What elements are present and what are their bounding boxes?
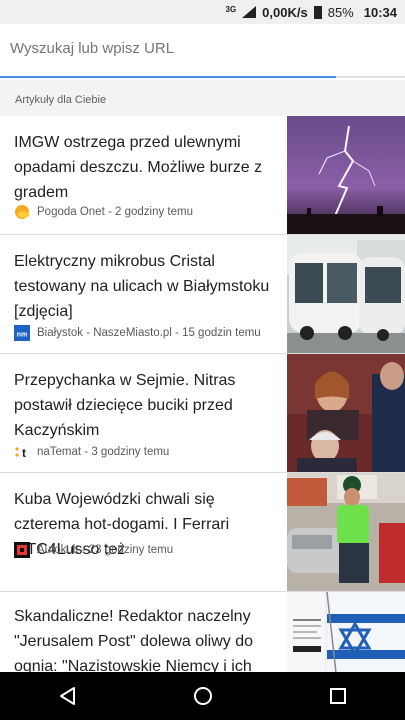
svg-text:nm: nm bbox=[17, 332, 28, 339]
article-card[interactable]: Przepychanka w Sejmie. Nitras postawił d… bbox=[0, 354, 405, 473]
naszemiasto-icon: nm bbox=[14, 325, 30, 341]
article-meta: t naTemat - 3 godziny temu bbox=[14, 444, 169, 460]
battery-percent: 85% bbox=[327, 4, 354, 20]
article-thumbnail bbox=[287, 354, 405, 472]
article-meta: Pogoda Onet - 2 godziny temu bbox=[14, 204, 193, 220]
article-card[interactable]: Kuba Wojewódzki chwali się czterema hot-… bbox=[0, 473, 405, 592]
article-thumbnail bbox=[287, 592, 405, 682]
article-title: Skandaliczne! Redaktor naczelny "Jerusal… bbox=[14, 608, 254, 675]
article-title: IMGW ostrzega przed ulewnymi opadami des… bbox=[14, 134, 263, 201]
battery-icon bbox=[313, 5, 322, 19]
signal-icon bbox=[242, 6, 257, 18]
article-source: Autokult - 23 godziny temu bbox=[37, 544, 174, 556]
natemat-icon: t bbox=[14, 444, 30, 460]
status-bar: 3G 0,00K/s 85% 10:34 bbox=[0, 0, 405, 24]
article-card[interactable]: Elektryczny mikrobus Cristal testowany n… bbox=[0, 235, 405, 354]
article-thumbnail bbox=[287, 473, 405, 591]
article-source: naTemat - 3 godziny temu bbox=[37, 446, 170, 458]
home-icon[interactable] bbox=[193, 686, 213, 706]
recents-icon[interactable] bbox=[329, 687, 347, 705]
network-type: 3G bbox=[225, 4, 237, 14]
article-source: Pogoda Onet - 2 godziny temu bbox=[37, 206, 193, 218]
article-title: Elektryczny mikrobus Cristal testowany n… bbox=[14, 253, 270, 320]
article-list: IMGW ostrzega przed ulewnymi opadami des… bbox=[0, 116, 405, 682]
article-card[interactable]: Skandaliczne! Redaktor naczelny "Jerusal… bbox=[0, 592, 405, 682]
clock: 10:34 bbox=[363, 4, 397, 20]
section-header: Artykuły dla Ciebie bbox=[0, 80, 405, 116]
search-input[interactable] bbox=[10, 40, 390, 57]
autokult-icon bbox=[14, 542, 30, 558]
article-card[interactable]: IMGW ostrzega przed ulewnymi opadami des… bbox=[0, 116, 405, 235]
search-bar bbox=[0, 24, 405, 78]
data-rate: 0,00K/s bbox=[262, 4, 308, 20]
svg-text:t: t bbox=[22, 446, 26, 460]
page-load-progress bbox=[0, 76, 337, 78]
article-source: Białystok - NaszeMiasto.pl - 15 godzin t… bbox=[37, 327, 261, 339]
article-thumbnail bbox=[287, 116, 405, 234]
section-title: Artykuły dla Ciebie bbox=[15, 94, 107, 106]
article-meta: Autokult - 23 godziny temu bbox=[14, 542, 173, 558]
article-title: Przepychanka w Sejmie. Nitras postawił d… bbox=[14, 372, 236, 439]
navigation-bar bbox=[0, 672, 405, 720]
article-meta: nm Białystok - NaszeMiasto.pl - 15 godzi… bbox=[14, 325, 261, 341]
sun-cloud-icon bbox=[15, 205, 30, 219]
back-icon[interactable] bbox=[58, 686, 78, 706]
article-thumbnail bbox=[287, 235, 405, 353]
